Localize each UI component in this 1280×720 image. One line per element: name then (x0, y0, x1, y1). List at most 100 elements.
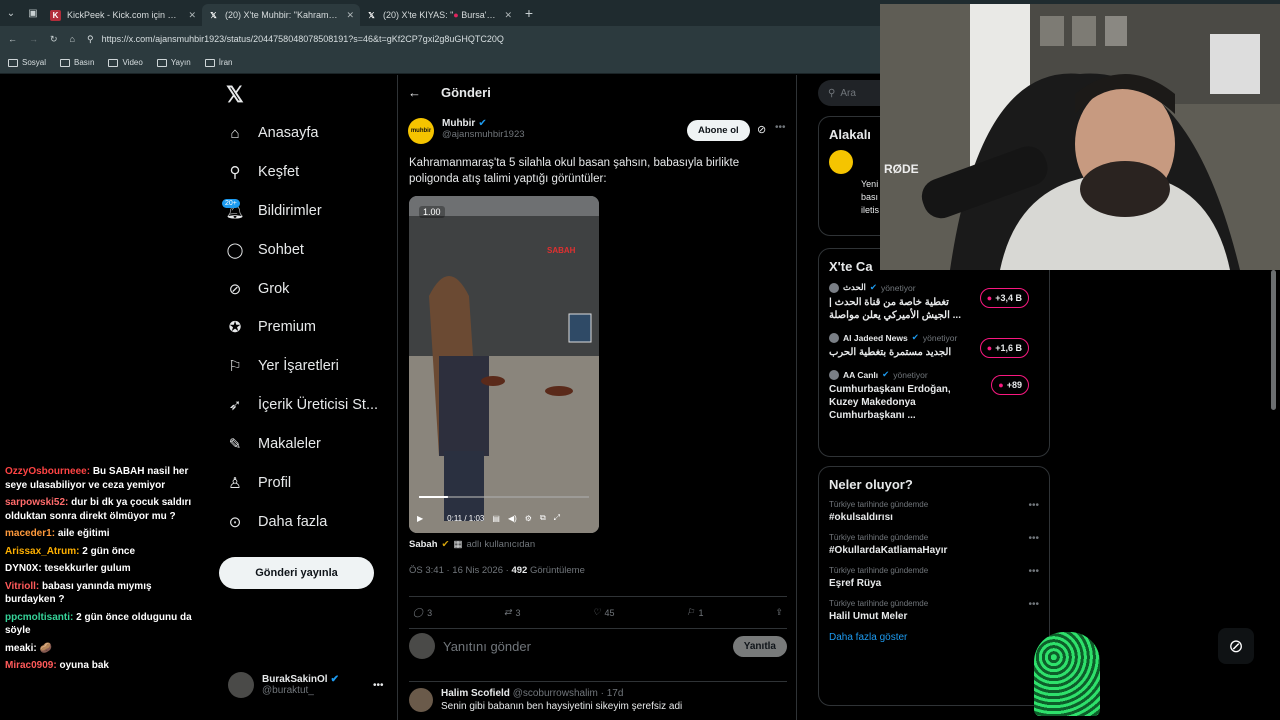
post-column: ← Gönderi muhbir Muhbir ✔ @ajansmuhbir192… (397, 75, 797, 720)
nav-more[interactable]: ⊙ Daha fazla (226, 513, 328, 531)
scrollbar[interactable] (1268, 270, 1280, 720)
bookmark-action[interactable]: ⚐ 1 (686, 607, 703, 618)
close-tab-icon[interactable]: ✕ (346, 10, 354, 21)
live-item[interactable]: الحدث ✔ yönetiyor تغطية خاصة من قناة الحدث … (829, 282, 1039, 322)
more-dots-icon[interactable]: ••• (1028, 500, 1039, 511)
chat-username[interactable]: OzzyOsbourneee: (5, 466, 90, 477)
reply-button[interactable]: Yanıtla (732, 635, 787, 657)
back-icon[interactable]: ← (8, 34, 17, 44)
live-listeners-pill[interactable]: ● +89 (991, 375, 1029, 395)
nav-label: İçerik Üreticisi St... (258, 397, 379, 413)
trend-item[interactable]: Türkiye tarihinde gündemde #okulsaldırısı… (829, 500, 1039, 523)
reply-action[interactable]: ◯ 3 (413, 607, 432, 618)
chat-username[interactable]: sarpowski52: (5, 497, 68, 508)
chat-username[interactable]: Mirac0909: (5, 660, 57, 671)
chat-username[interactable]: ppcmoltisanti: (5, 612, 73, 623)
trend-item[interactable]: Türkiye tarihinde gündemde Eşref Rüya ••• (829, 566, 1039, 589)
folder-icon (156, 58, 167, 67)
more-dots-icon[interactable]: ••• (373, 680, 384, 691)
share-icon[interactable]: ⇪ (775, 607, 783, 618)
bookmark-folder[interactable]: Basın (60, 58, 94, 67)
back-arrow-icon[interactable]: ← (408, 85, 421, 100)
verified-icon: ✔ (441, 539, 450, 550)
related-title: Alakalı k (829, 127, 870, 142)
nav-profile[interactable]: ♙ Profil (226, 474, 291, 492)
bookmark-label: Yayın (170, 58, 191, 67)
bookmark-folder[interactable]: İran (204, 58, 232, 67)
author-handle: @ajansmuhbir1923 (442, 129, 525, 140)
close-tab-icon[interactable]: ✕ (188, 10, 196, 21)
trend-item[interactable]: Türkiye tarihinde gündemde Halil Umut Mel… (829, 599, 1039, 622)
bookmark-folder[interactable]: Video (108, 58, 143, 67)
trend-item[interactable]: Türkiye tarihinde gündemde #OkullardaKatl… (829, 533, 1039, 556)
home-icon[interactable]: ⌂ (70, 34, 75, 44)
play-icon[interactable]: ▶ (417, 514, 423, 523)
mic-icon: ● (986, 293, 993, 303)
more-dots-icon[interactable]: ••• (1028, 566, 1039, 577)
chat-username[interactable]: maceder1: (5, 528, 55, 539)
pip-icon[interactable]: ⧉ (540, 513, 546, 523)
live-item[interactable]: AA Canlı ✔ yönetiyor Cumhurbaşkanı Erdoğan,… (829, 369, 1039, 422)
person-icon: ♙ (228, 475, 242, 492)
nav-bookmarks[interactable]: ⚐ Yer İşaretleri (226, 357, 339, 375)
avatar (829, 332, 839, 343)
live-item[interactable]: Al Jadeed News ✔ yönetiyor الجديد مستمرة بت… (829, 332, 1039, 359)
bookmark-folder[interactable]: Yayın (156, 58, 191, 67)
nav-home[interactable]: ⌂ Anasayfa (226, 124, 318, 142)
bookmark-folder[interactable]: Sosyal (8, 58, 46, 67)
more-dots-icon[interactable]: ••• (775, 122, 786, 133)
nav-label: Daha fazla (258, 514, 328, 530)
chat-username[interactable]: Vitrioll: (5, 581, 39, 592)
chat-username[interactable]: DYN0X: (5, 563, 42, 574)
video-player[interactable]: 1.00 SABAH ▶ 0:11 / 1:03 ▤ ◀) ⚙ ⧉ ⤢ (409, 196, 599, 533)
post-author[interactable]: muhbir Muhbir ✔ @ajansmuhbir1923 (408, 118, 525, 144)
close-tab-icon[interactable]: ✕ (504, 10, 512, 21)
author-name-row: Muhbir ✔ (442, 118, 525, 129)
tab-list-chevron-icon[interactable]: ⌄ (0, 0, 22, 26)
chat-username[interactable]: meaki: (5, 643, 37, 654)
bookmark-label: Video (122, 58, 143, 67)
subscribe-button[interactable]: Abone ol (687, 120, 750, 141)
workspaces-icon[interactable]: ▣ (22, 0, 44, 26)
captions-icon[interactable]: ▤ (492, 514, 500, 523)
grok-icon[interactable]: ⊘ (757, 123, 766, 136)
x-logo-icon[interactable]: 𝕏 (226, 82, 244, 108)
scrollbar-thumb[interactable] (1271, 270, 1276, 410)
site-info-icon[interactable]: ⚲ (87, 34, 94, 45)
repost-action[interactable]: ⇄ 3 (504, 607, 521, 618)
live-listeners-pill[interactable]: ● +1,6 B (979, 338, 1029, 358)
reload-icon[interactable]: ↻ (50, 34, 58, 45)
reply-text: Senin gibi babanın ben haysiyetini sikey… (441, 701, 683, 712)
chat-username[interactable]: Arissax_Atrum: (5, 546, 79, 557)
settings-icon[interactable]: ⚙ (525, 514, 532, 523)
new-tab-icon[interactable]: + (518, 5, 540, 21)
account-switcher[interactable]: BurakSakinOl ✔ @buraktut_ ••• (228, 672, 384, 698)
more-dots-icon[interactable]: ••• (1028, 533, 1039, 544)
nav-creator-studio[interactable]: ➶ İçerik Üreticisi St... (226, 396, 378, 414)
nav-notifications[interactable]: 🔔︎ Bildirimler (225, 202, 321, 220)
post-button[interactable]: Gönderi yayınla (219, 557, 374, 589)
nav-explore[interactable]: ⚲ Keşfet (226, 163, 300, 181)
browser-tab-muhbir[interactable]: 𝕏 (20) X'te Muhbir: "Kahramanm ✕ (202, 4, 360, 26)
nav-articles[interactable]: ✎ Makaleler (226, 435, 321, 453)
more-dots-icon[interactable]: ••• (1028, 599, 1039, 610)
nav-grok[interactable]: ⊘ Grok (226, 280, 290, 298)
video-source[interactable]: Sabah ✔ ▦ adlı kullanıcıdan (409, 539, 535, 550)
show-more-link[interactable]: Daha fazla göster (829, 632, 1039, 643)
reply-item[interactable]: Halim Scofield @scoburrowshalim · 17d Se… (409, 681, 787, 712)
avatar (829, 150, 853, 174)
live-listeners-pill[interactable]: ● +3,4 B (979, 288, 1029, 308)
nav-premium[interactable]: ✪ Premium (226, 318, 316, 336)
live-title: الجديد مستمرة بتغطية الحرب (829, 347, 952, 358)
nav-chat[interactable]: ◯ Sohbet (226, 241, 304, 259)
grok-icon[interactable]: ⊘ (1218, 628, 1254, 664)
stream-chat: OzzyOsbourneee: Bu SABAH nasil her seye … (0, 465, 200, 677)
webcam-overlay: RØDE (880, 4, 1280, 270)
like-action[interactable]: ♡ 45 (592, 607, 614, 618)
volume-icon[interactable]: ◀) (508, 514, 517, 523)
fullscreen-icon[interactable]: ⤢ (554, 513, 560, 523)
browser-tab-kickpeek[interactable]: K KickPeek - Kick.com için Gerçek Za ✕ (44, 4, 202, 26)
browser-tab-kiyas[interactable]: 𝕏 (20) X'te KIYAS: "● Bursa'da sosy ✕ (360, 4, 518, 26)
forward-icon[interactable]: → (29, 34, 38, 44)
reply-input[interactable]: Yanıtını gönder (443, 639, 531, 654)
